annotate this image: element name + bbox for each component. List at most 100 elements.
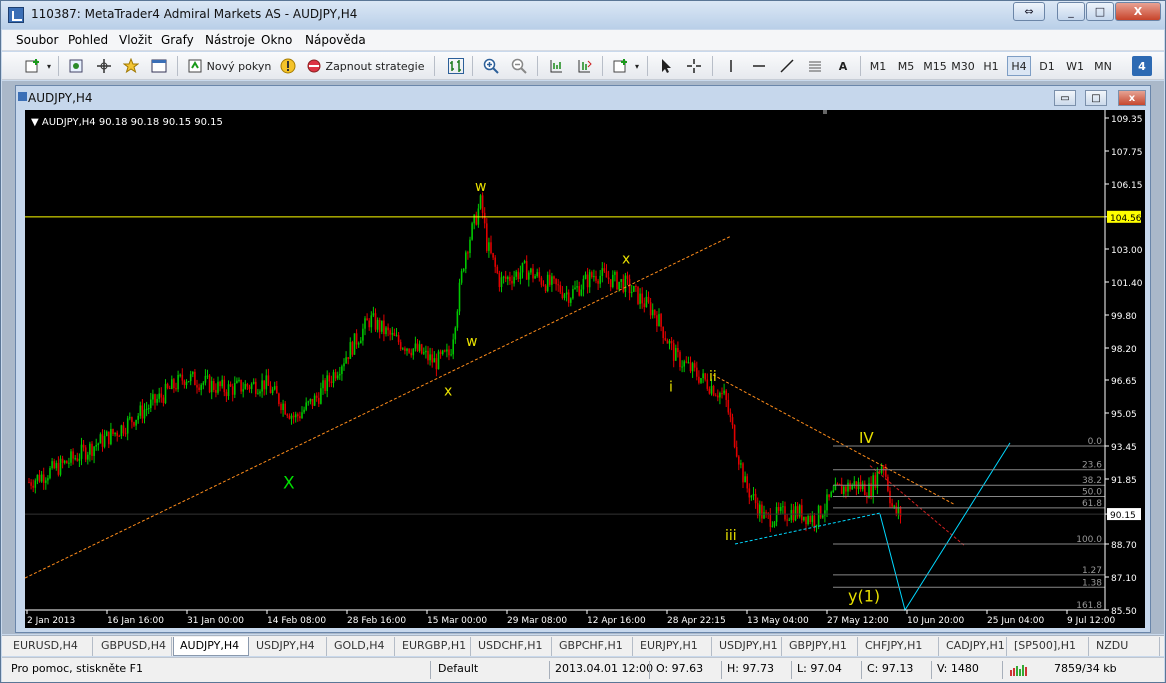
candle-body — [433, 358, 436, 363]
crosshair-nav-button[interactable] — [93, 56, 115, 76]
indicators-dropdown[interactable]: ▾ — [633, 56, 641, 76]
timeframe-h4[interactable]: H4 — [1007, 56, 1031, 76]
candle-body — [792, 509, 795, 521]
chart-tab[interactable]: CHFJPY,H1 — [859, 637, 939, 656]
cursor-button[interactable] — [655, 56, 677, 76]
chart-tab[interactable]: USDJPY,H1 — [713, 637, 782, 656]
chart-tab[interactable]: GBPUSD,H4 — [95, 637, 172, 656]
candle-body — [318, 397, 320, 404]
favorites-button[interactable] — [120, 56, 142, 76]
candle-body — [70, 451, 72, 463]
crosshair-button[interactable] — [683, 56, 705, 76]
candle-body — [45, 480, 47, 483]
candle-body — [42, 474, 45, 483]
candle-body — [362, 328, 364, 341]
chart-tab[interactable]: GBPCHF,H1 — [553, 637, 633, 656]
chart-tab[interactable]: AUDJPY,H4 — [173, 637, 249, 656]
menu-napoveda[interactable]: Nápověda — [305, 33, 366, 47]
candle-body — [412, 348, 415, 356]
close-button[interactable]: X — [1115, 2, 1161, 21]
chart-tab[interactable]: EURGBP,H1 — [396, 637, 471, 656]
candle-body — [328, 375, 331, 382]
maximize-button[interactable]: □ — [1086, 2, 1114, 21]
chart-tab[interactable]: EURUSD,H4 — [7, 637, 93, 656]
notification-badge[interactable]: 4 — [1132, 56, 1152, 76]
chart-tab[interactable]: USDJPY,H4 — [250, 637, 327, 656]
chart-tab[interactable]: GOLD,H4 — [328, 637, 395, 656]
menu-nastroje[interactable]: Nástroje — [205, 33, 255, 47]
timeframe-w1[interactable]: W1 — [1063, 56, 1087, 76]
menu-okno[interactable]: Okno — [261, 33, 292, 47]
candle-body — [809, 516, 811, 522]
price-chart[interactable]: 0.023.638.250.061.8100.01.271.38161.8Xwx… — [25, 110, 1145, 628]
trendline-button[interactable] — [776, 56, 798, 76]
vertical-line-button[interactable] — [720, 56, 742, 76]
candle-body — [196, 385, 198, 388]
candle-body — [179, 374, 181, 376]
candle-body — [145, 408, 148, 410]
candle-body — [242, 389, 244, 392]
status-close: C: 97.13 — [867, 662, 914, 675]
candle-body — [91, 443, 93, 456]
autotrading-button[interactable]: Zapnout strategie — [304, 56, 426, 76]
timeframe-m30[interactable]: M30 — [950, 56, 976, 76]
menu-soubor[interactable]: Soubor — [16, 33, 58, 47]
candle-body — [66, 460, 68, 464]
indicators-button[interactable] — [610, 56, 632, 76]
candle-body — [399, 342, 402, 350]
chart-tab[interactable]: CADJPY,H1 — [940, 637, 1007, 656]
candle-body — [777, 507, 780, 511]
restore-size-button[interactable]: ⇔ — [1013, 2, 1045, 21]
chart-shift-marker — [823, 110, 827, 114]
timeframe-mn[interactable]: MN — [1091, 56, 1115, 76]
minimize-button[interactable]: _ — [1057, 2, 1085, 21]
candle-body — [343, 363, 345, 367]
timeframe-h1[interactable]: H1 — [979, 56, 1003, 76]
chart-tab[interactable]: NZDU — [1090, 637, 1160, 656]
new-order-button[interactable]: Nový pokyn — [185, 56, 273, 76]
candle-body — [475, 214, 478, 225]
timeframe-m5[interactable]: M5 — [894, 56, 918, 76]
chart-tab[interactable]: [SP500],H1 — [1008, 637, 1089, 656]
menu-vlozit[interactable]: Vložit — [119, 33, 152, 47]
price-marker-label: 104.56 — [1110, 214, 1142, 224]
candle-body — [666, 340, 669, 344]
timeframe-m1[interactable]: M1 — [866, 56, 890, 76]
candle-body — [425, 350, 427, 353]
candle-body — [509, 276, 511, 281]
menu-pohled[interactable]: Pohled — [68, 33, 108, 47]
zoom-in-button[interactable] — [480, 56, 502, 76]
alert-button[interactable] — [277, 56, 299, 76]
candle-body — [490, 242, 492, 254]
candle-body — [341, 366, 343, 375]
candle-body — [662, 326, 664, 339]
timeframe-d1[interactable]: D1 — [1035, 56, 1059, 76]
chart-tab[interactable]: USDCHF,H1 — [472, 637, 552, 656]
time-tick-label: 15 Mar 00:00 — [427, 616, 487, 626]
chart-tab[interactable]: EURJPY,H1 — [634, 637, 712, 656]
new-chart-button[interactable] — [22, 56, 44, 76]
candle-body — [200, 384, 202, 391]
chart-bars-button[interactable] — [445, 56, 467, 76]
terminal-button[interactable] — [148, 56, 170, 76]
candle-body — [267, 375, 270, 386]
chart-shift-button[interactable] — [545, 56, 567, 76]
autoscroll-button[interactable] — [573, 56, 595, 76]
chart-tab[interactable]: GBPJPY,H1 — [783, 637, 858, 656]
candle-body — [259, 391, 261, 394]
candle-body — [620, 279, 622, 282]
horizontal-line-button[interactable] — [748, 56, 770, 76]
chart-minimize-button[interactable]: ▭ — [1054, 90, 1076, 106]
menu-grafy[interactable]: Grafy — [161, 33, 194, 47]
timeframe-m15[interactable]: M15 — [922, 56, 948, 76]
text-tool-button[interactable]: A — [832, 56, 854, 76]
new-chart-dropdown[interactable]: ▾ — [45, 56, 53, 76]
channel-button[interactable] — [804, 56, 826, 76]
profiles-button[interactable] — [65, 56, 87, 76]
chart-maximize-button[interactable]: □ — [1085, 90, 1107, 106]
candle-body — [168, 387, 171, 390]
candle-body — [349, 342, 352, 359]
candle-body — [141, 405, 144, 419]
chart-close-button[interactable]: x — [1118, 90, 1146, 106]
zoom-out-button[interactable] — [508, 56, 530, 76]
